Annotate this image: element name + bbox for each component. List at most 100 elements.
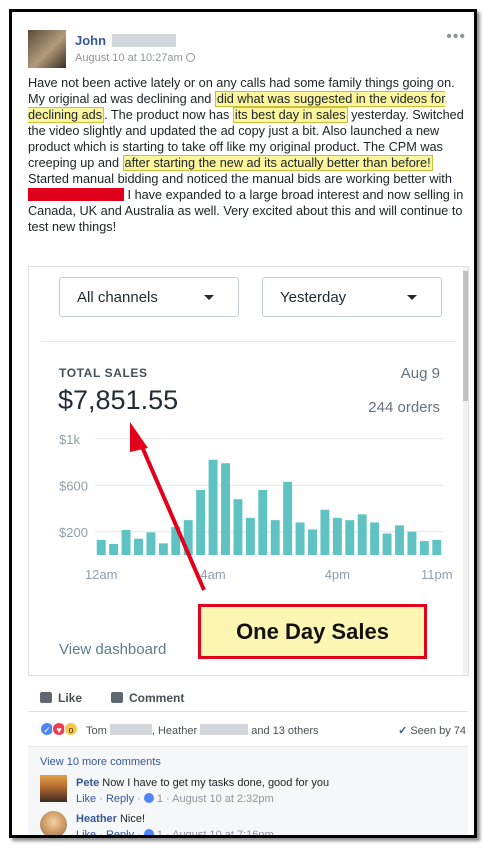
x-tick-label: 12am (85, 567, 118, 582)
comment-button[interactable]: Comment (111, 691, 184, 705)
view-dashboard-link[interactable]: View dashboard (59, 641, 166, 658)
chart-bar (432, 539, 442, 555)
y-tick-label: $200 (59, 525, 88, 540)
x-tick-label: 4am (200, 567, 225, 582)
reactions-summary[interactable]: ✓ ♥ o Tom , Heather and 13 others ✓ Seen … (28, 719, 468, 741)
post-timestamp-text[interactable]: August 10 at 10:27am (75, 52, 183, 64)
reactor-others[interactable]: and 13 others (251, 725, 318, 737)
chart-bar (146, 532, 156, 555)
date-dropdown-label: Yesterday (280, 289, 347, 306)
comment-reply-link[interactable]: Reply (106, 829, 134, 835)
chart-bar (332, 517, 342, 555)
like-button-label: Like (58, 691, 83, 705)
chart-bar (407, 531, 417, 555)
divider (41, 341, 456, 342)
hourly-sales-chart: $1k $600 $200 12am 4am 4pm 11pm (59, 432, 453, 582)
chart-bar (109, 543, 119, 555)
like-button[interactable]: Like (40, 691, 82, 705)
chart-bar (308, 529, 317, 555)
total-sales-value: $7,851.55 (58, 385, 179, 415)
comment-like-count[interactable]: 1 (157, 829, 163, 835)
channel-dropdown-label: All channels (77, 289, 158, 306)
scrollbar[interactable] (463, 267, 468, 675)
reactor-name-1[interactable]: Tom (86, 725, 107, 737)
x-tick-label: 4pm (325, 567, 350, 582)
post-text-2: . The product now has (104, 108, 233, 122)
comment-text: Now I have to get my tasks done, good fo… (102, 777, 330, 789)
post-timestamp[interactable]: August 10 at 10:27am (75, 52, 195, 64)
comment-text-line: Pete Now I have to get my tasks done, goo… (76, 777, 329, 789)
x-tick-label: 11pm (421, 567, 453, 582)
chart-bar (245, 517, 255, 555)
comment-like-link[interactable]: Like (76, 793, 96, 805)
one-day-sales-callout: One Day Sales (198, 604, 427, 659)
wow-reaction-icon: o (64, 722, 78, 736)
thumbs-up-icon (40, 692, 52, 703)
like-count-icon (143, 829, 154, 835)
view-more-comments-link[interactable]: View 10 more comments (40, 756, 161, 768)
chart-bar (221, 463, 230, 555)
more-options-icon[interactable]: ••• (446, 28, 466, 46)
redaction-bar (28, 188, 124, 201)
chart-bar (233, 499, 243, 555)
comment-meta: Like · Reply · 1 · August 10 at 7:16pm (76, 829, 274, 835)
speech-bubble-icon (111, 692, 123, 703)
post-text-4: Started manual bidding and noticed the m… (28, 172, 452, 186)
chart-bar (283, 481, 293, 555)
chart-bar (295, 522, 305, 555)
reactor-name-2[interactable]: Heather (158, 725, 197, 737)
commenter-avatar[interactable] (40, 775, 67, 802)
y-tick-label: $600 (59, 478, 88, 493)
scrollbar-thumb[interactable] (463, 271, 468, 401)
chart-bar (158, 543, 168, 555)
reaction-names[interactable]: Tom , Heather and 13 others (86, 724, 319, 737)
commenter-avatar[interactable] (40, 811, 67, 835)
order-count: 244 orders (368, 399, 440, 416)
date-dropdown[interactable]: Yesterday (262, 277, 442, 317)
redacted-surname (112, 34, 176, 47)
comment-like-link[interactable]: Like (76, 829, 96, 835)
comment-like-count[interactable]: 1 (157, 793, 163, 805)
chart-bar (171, 527, 181, 555)
comment-author[interactable]: Heather (76, 813, 117, 825)
chart-bar (208, 459, 218, 555)
chart-bar (134, 538, 143, 555)
sales-date: Aug 9 (400, 365, 440, 382)
author-name[interactable]: John (75, 33, 106, 48)
like-count-icon (143, 793, 154, 803)
highlight-3: after starting the new ad its actually b… (122, 155, 433, 171)
comment-meta: Like · Reply · 1 · August 10 at 2:32pm (76, 793, 274, 805)
chart-bar (357, 514, 367, 555)
chart-bar (121, 530, 131, 555)
post-header: John August 10 at 10:27am ••• (28, 28, 468, 70)
comment-text-line: Heather Nice! (76, 813, 145, 825)
screenshot-frame: John August 10 at 10:27am ••• Have not b… (9, 9, 477, 838)
comment-reply-link[interactable]: Reply (106, 793, 134, 805)
chart-bar (96, 539, 106, 555)
chart-bar (183, 520, 193, 555)
chart-bar (395, 525, 404, 555)
chart-bar (320, 509, 330, 555)
comment-time[interactable]: August 10 at 2:32pm (172, 793, 274, 805)
chart-bar (382, 533, 392, 555)
y-tick-label: $1k (59, 432, 80, 447)
channel-dropdown[interactable]: All channels (59, 277, 239, 317)
comment-author[interactable]: Pete (76, 777, 99, 789)
author-avatar[interactable] (28, 30, 66, 68)
chart-bar (270, 520, 280, 555)
caret-down-icon (407, 295, 417, 300)
highlight-2: its best day in sales (232, 107, 348, 123)
checkmark-icon: ✓ (398, 725, 408, 737)
total-sales-label: TOTAL SALES (59, 366, 148, 380)
comment-text: Nice! (119, 813, 146, 825)
comment-time[interactable]: August 10 at 7:16pm (172, 829, 274, 835)
globe-icon (185, 53, 195, 62)
caret-down-icon (204, 295, 214, 300)
chart-bar (370, 522, 380, 555)
comment-button-label: Comment (129, 691, 185, 705)
redacted-surname (200, 724, 249, 735)
seen-by[interactable]: ✓ Seen by 74 (398, 724, 466, 737)
seen-by-text[interactable]: Seen by 74 (410, 725, 466, 737)
post-body: Have not been active lately or on any ca… (28, 75, 464, 235)
chart-bar (196, 489, 206, 555)
